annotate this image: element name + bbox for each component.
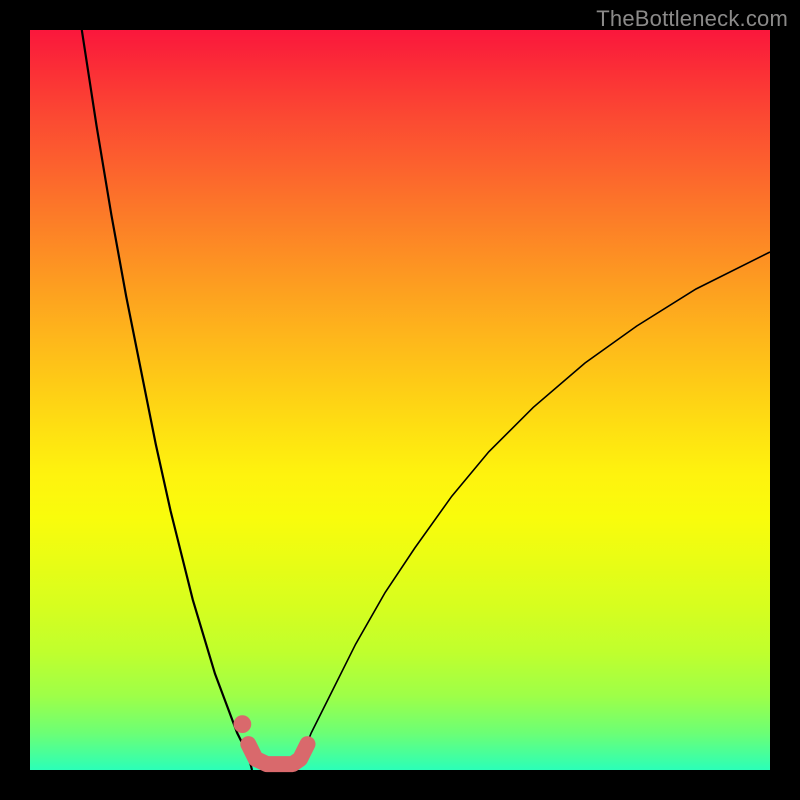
right-curve-path (296, 252, 770, 770)
left-dot-marker (234, 715, 252, 733)
chart-overlay (30, 30, 770, 770)
chart-frame: TheBottleneck.com (0, 0, 800, 800)
left-curve-path (82, 30, 252, 770)
watermark-text: TheBottleneck.com (596, 6, 788, 32)
bottom-band-path (248, 744, 307, 764)
